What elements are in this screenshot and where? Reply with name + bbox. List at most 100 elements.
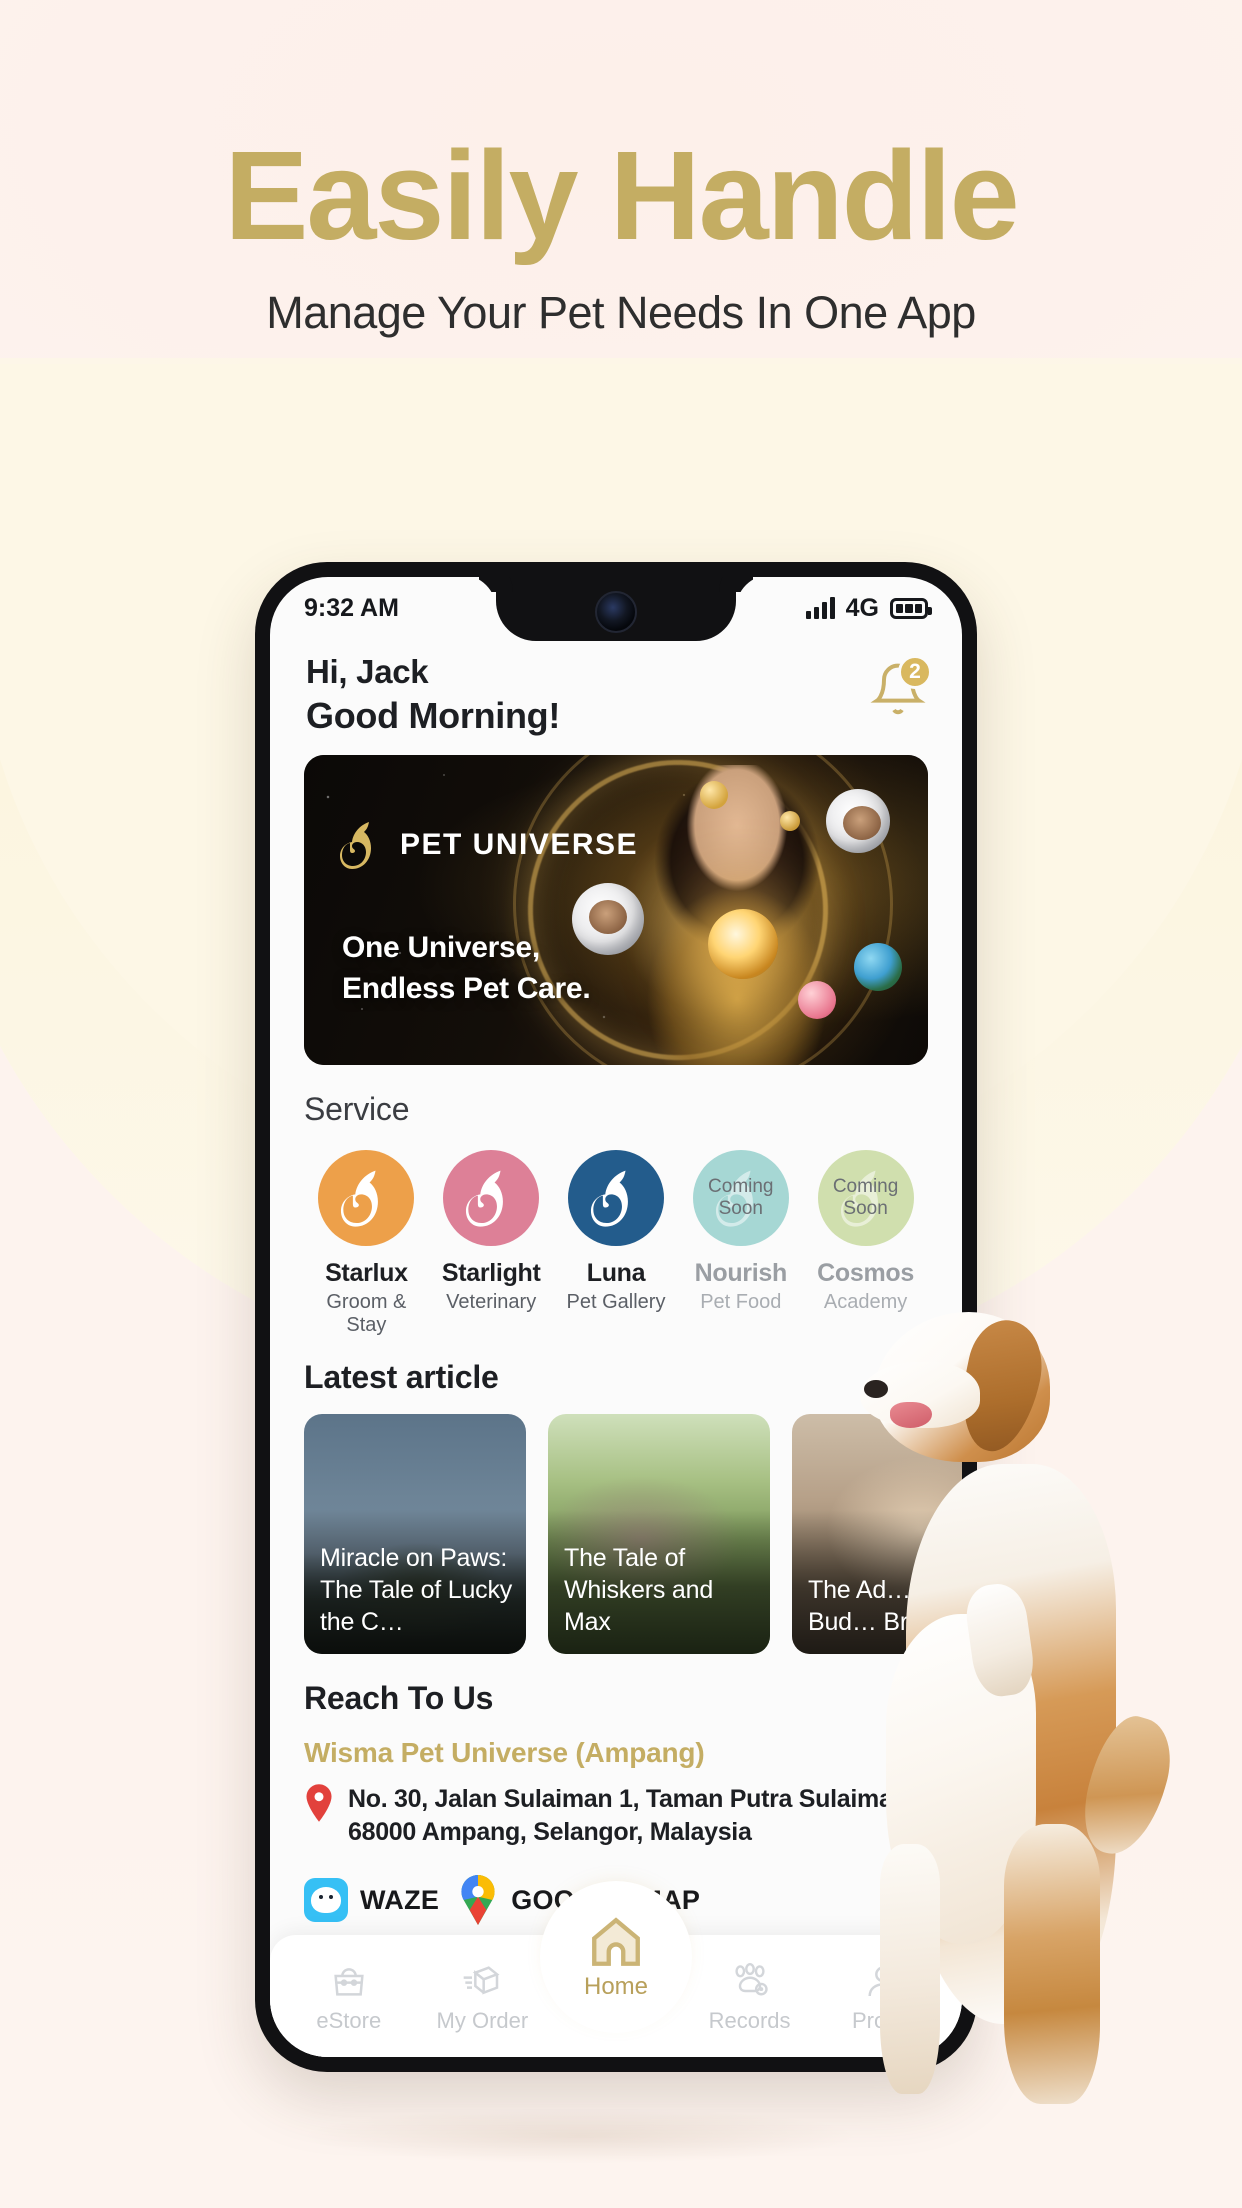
planet-earth-icon bbox=[854, 943, 902, 991]
service-icon-starlight bbox=[443, 1150, 540, 1246]
service-icon-nourish: Coming Soon bbox=[692, 1150, 789, 1246]
cat-dog-logo-icon bbox=[466, 1170, 504, 1227]
coming-soon-line2: Soon bbox=[718, 1198, 763, 1219]
service-item-nourish[interactable]: Coming Soon Nourish Pet Food bbox=[678, 1150, 803, 1337]
nav-item-my-order[interactable]: My Order bbox=[422, 1958, 542, 2034]
astronaut-cat-icon bbox=[826, 789, 890, 853]
service-name: Starlux bbox=[325, 1259, 408, 1287]
promo-subheadline: Manage Your Pet Needs In One App bbox=[266, 286, 976, 338]
network-type-label: 4G bbox=[845, 593, 879, 622]
promo-headline: Easily Handle bbox=[224, 125, 1019, 266]
nav-label: My Order bbox=[436, 2008, 529, 2033]
coming-soon-line2: Soon bbox=[843, 1198, 888, 1219]
app-content: Hi, Jack Good Morning! 2 PET UNIVERSE On… bbox=[270, 639, 962, 2057]
nav-label: Profile bbox=[851, 2008, 915, 2033]
nav-label: Records bbox=[708, 2008, 791, 2033]
coming-soon-overlay: Coming Soon bbox=[818, 1150, 914, 1246]
cat-dog-logo-icon bbox=[590, 1170, 628, 1227]
coming-soon-overlay: Coming Soon bbox=[693, 1150, 789, 1246]
service-item-luna[interactable]: Luna Pet Gallery bbox=[554, 1150, 679, 1337]
signal-bars-icon bbox=[805, 597, 835, 619]
banner-glow-orb bbox=[708, 909, 778, 979]
nav-item-estore[interactable]: eStore bbox=[289, 1958, 409, 2034]
waze-label: WAZE bbox=[360, 1884, 440, 1915]
nav-item-records[interactable]: Records bbox=[690, 1958, 810, 2034]
coming-soon-line1: Coming bbox=[708, 1176, 774, 1198]
service-name: Nourish bbox=[694, 1259, 788, 1287]
article-title: Miracle on Paws: The Tale of Lucky the C… bbox=[320, 1544, 513, 1636]
home-icon bbox=[592, 1917, 640, 1966]
service-item-starlight[interactable]: Starlight Veterinary bbox=[429, 1150, 554, 1337]
article-section: Latest article Miracle on Paws: The Tale… bbox=[270, 1337, 962, 1654]
service-sub: Groom & Stay bbox=[326, 1291, 407, 1336]
article-card[interactable]: The Ad… of Bud… Brav… bbox=[792, 1414, 962, 1654]
status-bar: 9:32 AM 4G bbox=[270, 577, 962, 639]
service-name: Cosmos bbox=[817, 1259, 914, 1287]
article-carousel[interactable]: Miracle on Paws: The Tale of Lucky the C… bbox=[270, 1396, 962, 1654]
service-sub: Pet Gallery bbox=[566, 1291, 666, 1313]
article-title: The Ad… of Bud… Brav… bbox=[808, 1576, 959, 1636]
address-row: No. 30, Jalan Sulaiman 1, Taman Putra Su… bbox=[304, 1783, 928, 1849]
service-list: Starlux Groom & Stay Starlight Veterinar… bbox=[304, 1150, 928, 1337]
package-box-icon bbox=[422, 1958, 542, 2004]
banner-brand-block: PET UNIVERSE bbox=[338, 819, 638, 871]
greeting-message: Good Morning! bbox=[306, 695, 561, 736]
address-line1: No. 30, Jalan Sulaiman 1, Taman Putra Su… bbox=[348, 1785, 915, 1813]
google-maps-pin-icon bbox=[461, 1875, 495, 1925]
nav-label: eStore bbox=[316, 2008, 382, 2033]
article-card[interactable]: The Tale of Whiskers and Max bbox=[548, 1414, 770, 1654]
service-item-starlux[interactable]: Starlux Groom & Stay bbox=[304, 1150, 429, 1337]
pet-carrier-icon bbox=[289, 1958, 409, 2004]
coming-soon-line1: Coming bbox=[832, 1176, 899, 1198]
phone-screen: 9:32 AM 4G Hi, Jack Good Morning! 2 PET … bbox=[270, 577, 962, 2057]
status-time: 9:32 AM bbox=[304, 593, 399, 622]
cat-dog-logo-icon bbox=[341, 1170, 379, 1227]
service-sub: Academy bbox=[823, 1291, 908, 1313]
phone-mockup: 9:32 AM 4G Hi, Jack Good Morning! 2 PET … bbox=[255, 562, 977, 2072]
nav-item-profile[interactable]: Profile bbox=[823, 1958, 943, 2034]
banner-tagline-line1: One Universe, bbox=[342, 931, 540, 964]
service-section: Service Starlux Groom & Stay Starlight V… bbox=[270, 1065, 962, 1337]
location-pin-icon bbox=[306, 1784, 332, 1822]
article-card[interactable]: Miracle on Paws: The Tale of Lucky the C… bbox=[304, 1414, 526, 1654]
planet-gold-small-icon bbox=[780, 811, 800, 831]
greeting-name: Hi, Jack bbox=[306, 653, 429, 690]
reach-section: Reach To Us Wisma Pet Universe (Ampang) … bbox=[270, 1654, 962, 1925]
nav-item-home[interactable]: Home bbox=[550, 1891, 682, 2023]
promo-text-block: Easily Handle Manage Your Pet Needs In O… bbox=[0, 125, 1242, 339]
nav-label: Home bbox=[583, 1973, 649, 2000]
article-section-title: Latest article bbox=[304, 1359, 499, 1395]
address-text: No. 30, Jalan Sulaiman 1, Taman Putra Su… bbox=[348, 1783, 914, 1849]
banner-tagline-line2: Endless Pet Care. bbox=[342, 971, 591, 1005]
service-icon-cosmos: Coming Soon bbox=[817, 1150, 914, 1246]
cat-dog-logo-icon bbox=[340, 822, 371, 869]
service-sub: Veterinary bbox=[446, 1291, 537, 1313]
greeting-block: Hi, Jack Good Morning! bbox=[306, 653, 560, 737]
branch-name: Wisma Pet Universe (Ampang) bbox=[304, 1737, 705, 1768]
service-section-title: Service bbox=[304, 1091, 410, 1127]
notification-button[interactable]: 2 bbox=[870, 655, 932, 717]
service-item-cosmos[interactable]: Coming Soon Cosmos Academy bbox=[803, 1150, 928, 1337]
planet-gold-large-icon bbox=[700, 781, 728, 809]
bottom-navigation: eStore My Order Records Profile Home bbox=[270, 1891, 962, 2057]
waze-button[interactable]: WAZE bbox=[304, 1878, 439, 1922]
person-icon bbox=[823, 1958, 943, 2004]
waze-icon bbox=[304, 1878, 348, 1922]
banner-tagline: One Universe, Endless Pet Care. bbox=[342, 928, 591, 1009]
service-icon-starlux bbox=[318, 1150, 415, 1246]
service-icon-luna bbox=[567, 1150, 664, 1246]
service-name: Starlight bbox=[441, 1259, 541, 1287]
banner-brand-text: PET UNIVERSE bbox=[400, 828, 639, 861]
planet-pink-icon bbox=[798, 981, 836, 1019]
article-title: The Tale of Whiskers and Max bbox=[564, 1544, 714, 1636]
service-name: Luna bbox=[586, 1259, 646, 1287]
service-sub: Pet Food bbox=[700, 1291, 782, 1313]
status-indicators: 4G bbox=[805, 593, 932, 623]
paw-record-icon bbox=[690, 1958, 810, 2004]
notification-badge: 2 bbox=[898, 655, 932, 689]
reach-section-title: Reach To Us bbox=[304, 1680, 494, 1716]
promo-banner[interactable]: PET UNIVERSE One Universe, Endless Pet C… bbox=[304, 755, 928, 1065]
address-line2: 68000 Ampang, Selangor, Malaysia bbox=[348, 1818, 752, 1846]
battery-icon bbox=[890, 597, 932, 619]
app-header: Hi, Jack Good Morning! 2 bbox=[270, 639, 962, 747]
